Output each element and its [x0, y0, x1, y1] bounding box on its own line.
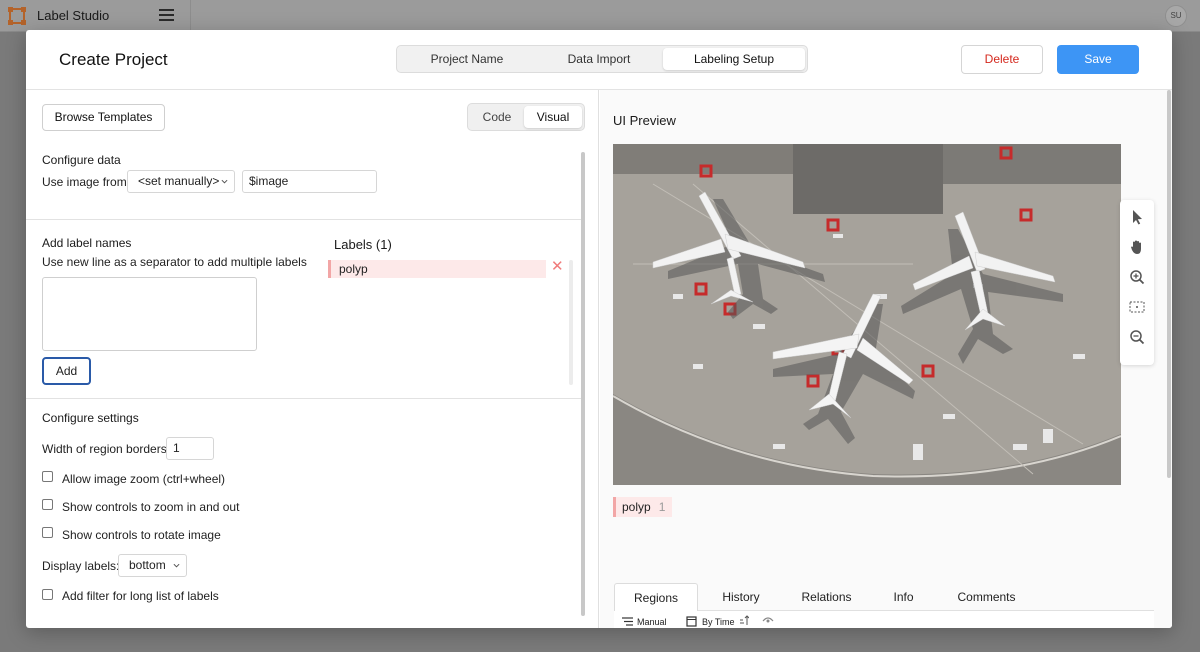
region-border-label: Width of region borders — [42, 442, 167, 456]
browse-templates-button[interactable]: Browse Templates — [42, 104, 165, 131]
config-pane: Browse Templates Code Visual Configure d… — [26, 90, 599, 628]
header-divider — [190, 0, 191, 32]
regions-toolbar: Manual By Time — [614, 611, 1154, 628]
display-labels-label: Display labels: — [42, 559, 120, 573]
sort-icon[interactable] — [738, 615, 749, 626]
menu-icon[interactable] — [159, 9, 174, 21]
airport-illustration — [613, 144, 1121, 485]
list-icon — [622, 617, 633, 626]
fit-to-screen-icon[interactable] — [1128, 298, 1146, 316]
label-names-hint: Use new line as a separator to add multi… — [42, 255, 307, 269]
chevron-down-icon — [221, 179, 228, 184]
config-scrollbar[interactable] — [581, 152, 585, 616]
labels-list-title: Labels (1) — [334, 237, 392, 252]
configure-data-title: Configure data — [42, 153, 121, 167]
label-names-textarea[interactable] — [42, 277, 257, 351]
chevron-down-icon — [173, 563, 180, 568]
step-data-import[interactable]: Data Import — [535, 48, 663, 70]
tab-regions[interactable]: Regions — [614, 583, 698, 611]
delete-button[interactable]: Delete — [961, 45, 1043, 74]
step-project-name[interactable]: Project Name — [399, 48, 535, 70]
preview-title: UI Preview — [613, 113, 676, 128]
step-labeling-setup[interactable]: Labeling Setup — [663, 48, 805, 70]
label-filter-label: Add filter for long list of labels — [62, 589, 219, 603]
save-button[interactable]: Save — [1057, 45, 1139, 74]
mode-toggle: Code Visual — [467, 103, 585, 131]
label-item-polyp[interactable]: polyp — [328, 260, 546, 278]
display-labels-value: bottom — [129, 558, 166, 572]
zoom-in-icon[interactable] — [1128, 268, 1146, 286]
use-image-label: Use image from — [42, 175, 127, 189]
zoom-out-icon[interactable] — [1128, 328, 1146, 346]
tab-comments[interactable]: Comments — [939, 583, 1034, 611]
rotate-controls-checkbox[interactable] — [42, 527, 53, 538]
sidebar-tabs: Regions History Relations Info Comments — [614, 583, 1154, 611]
region-label-count: 1 — [658, 500, 666, 514]
code-mode-option[interactable]: Code — [470, 106, 524, 128]
visibility-icon[interactable] — [762, 615, 774, 625]
rotate-controls-label: Show controls to rotate image — [62, 528, 221, 542]
image-toolbar — [1120, 200, 1154, 365]
allow-zoom-label: Allow image zoom (ctrl+wheel) — [62, 472, 226, 486]
image-variable-input[interactable]: $image — [242, 170, 377, 193]
allow-zoom-checkbox[interactable] — [42, 471, 53, 482]
create-project-modal: Create Project Project Name Data Import … — [26, 30, 1172, 628]
labels-scrollbar[interactable] — [569, 260, 573, 385]
configure-settings-title: Configure settings — [42, 411, 139, 425]
label-filter-checkbox[interactable] — [42, 589, 53, 600]
label-studio-logo-icon — [8, 7, 26, 25]
section-divider — [26, 219, 581, 220]
tab-info[interactable]: Info — [876, 583, 931, 611]
app-header: Label Studio SU — [0, 0, 1200, 32]
region-label-tag[interactable]: polyp 1 — [613, 497, 672, 517]
zoom-controls-checkbox[interactable] — [42, 499, 53, 510]
manual-order-option[interactable]: Manual — [637, 617, 667, 627]
modal-title: Create Project — [59, 50, 168, 69]
remove-label-icon[interactable]: ✕ — [551, 259, 564, 274]
calendar-icon — [686, 616, 697, 627]
image-source-value: <set manually> — [138, 174, 220, 188]
section-divider — [26, 398, 581, 399]
pointer-icon[interactable] — [1128, 208, 1146, 226]
region-label-name: polyp — [622, 500, 651, 514]
zoom-controls-label: Show controls to zoom in and out — [62, 500, 240, 514]
display-labels-select[interactable]: bottom — [118, 554, 187, 577]
modal-header: Create Project Project Name Data Import … — [26, 30, 1172, 90]
preview-pane: UI Preview polyp 1 Regions History Relat… — [600, 90, 1172, 628]
project-steps: Project Name Data Import Labeling Setup — [396, 45, 808, 73]
region-border-input[interactable]: 1 — [166, 437, 214, 460]
preview-scrollbar[interactable] — [1167, 90, 1171, 478]
tab-history[interactable]: History — [704, 583, 778, 611]
by-time-option[interactable]: By Time — [702, 617, 735, 627]
add-labels-button[interactable]: Add — [42, 357, 91, 385]
tab-relations[interactable]: Relations — [784, 583, 869, 611]
add-label-names-title: Add label names — [42, 236, 132, 250]
pan-hand-icon[interactable] — [1128, 238, 1146, 256]
visual-mode-option[interactable]: Visual — [524, 106, 582, 128]
app-title: Label Studio — [37, 8, 110, 23]
image-source-select[interactable]: <set manually> — [127, 170, 235, 193]
user-avatar[interactable]: SU — [1165, 5, 1187, 27]
airport-aerial-image[interactable] — [613, 144, 1121, 485]
